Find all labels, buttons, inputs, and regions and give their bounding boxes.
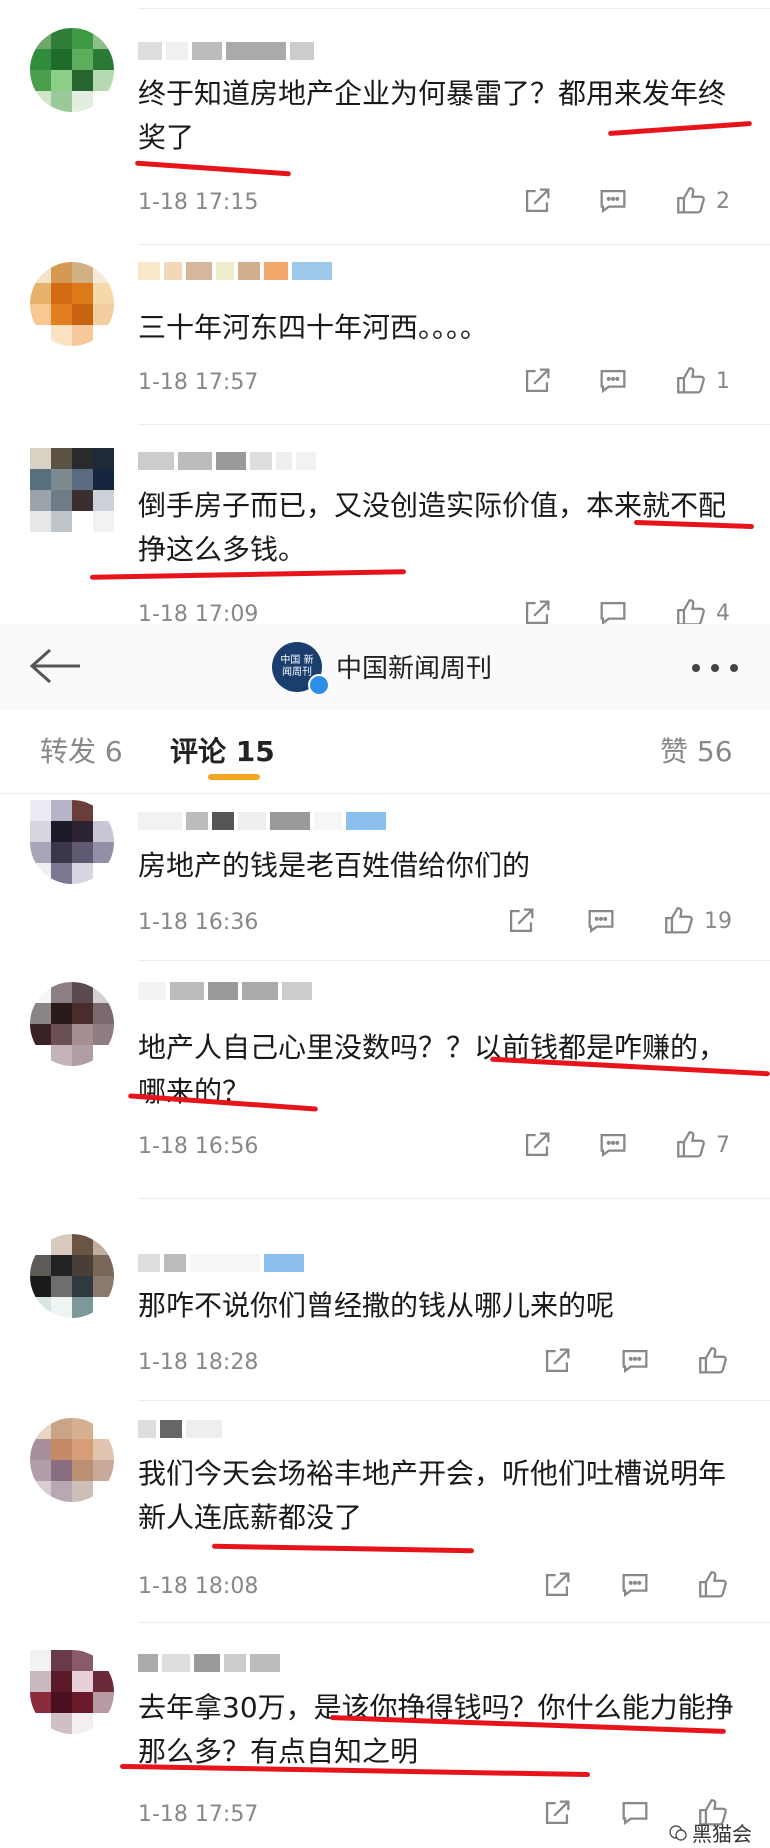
comment-time: 1-18 16:56 <box>138 1134 259 1159</box>
comment-time: 1-18 17:15 <box>138 190 259 215</box>
divider <box>138 8 770 9</box>
username-blurred[interactable] <box>138 1654 280 1672</box>
comment-icon[interactable] <box>618 1568 652 1602</box>
comment-meta: 1-18 17:57 1 <box>138 364 748 404</box>
like-count: 7 <box>716 1132 730 1158</box>
comment-meta: 1-18 16:56 7 <box>138 1128 748 1168</box>
red-underline <box>135 160 291 177</box>
comment-icon[interactable] <box>596 1128 630 1162</box>
comment-icon[interactable] <box>618 1796 652 1830</box>
like-button[interactable]: 19 <box>662 904 732 938</box>
red-underline <box>211 1543 475 1554</box>
tab-comments[interactable]: 评论 15 <box>170 730 275 770</box>
avatar[interactable] <box>30 1650 114 1734</box>
share-icon[interactable] <box>520 184 554 218</box>
nav-header: 中国 新闻周刊 中国新闻周刊 <box>0 624 770 710</box>
comment-icon[interactable] <box>596 184 630 218</box>
account-name[interactable]: 中国新闻周刊 <box>336 648 492 685</box>
share-icon[interactable] <box>520 596 554 624</box>
avatar[interactable] <box>30 982 114 1066</box>
more-options-icon[interactable] <box>690 662 740 674</box>
share-icon[interactable] <box>520 1128 554 1162</box>
back-arrow-icon[interactable] <box>28 646 82 686</box>
wechat-icon <box>669 1824 687 1841</box>
username-blurred[interactable] <box>138 42 314 60</box>
like-count: 2 <box>716 188 730 214</box>
username-blurred[interactable] <box>138 812 386 830</box>
divider <box>138 1622 770 1623</box>
comment-text: 倒手房子而已，又没创造实际价值，本来就不配挣这么多钱。 <box>138 489 727 566</box>
comment-text: 终于知道房地产企业为何暴雷了？都用来发年终奖了 <box>138 77 727 154</box>
username-blurred[interactable] <box>138 1420 222 1438</box>
username-blurred[interactable] <box>138 982 312 1000</box>
comment-meta: 1-18 17:09 4 <box>138 596 748 624</box>
avatar[interactable] <box>30 1234 114 1318</box>
tab-bar: 转发 6 评论 15 赞 56 <box>0 710 770 794</box>
comment-time: 1-18 16:36 <box>138 910 259 935</box>
divider <box>0 793 770 794</box>
divider <box>138 244 770 245</box>
like-button[interactable]: 7 <box>674 1128 730 1162</box>
avatar[interactable] <box>30 28 114 112</box>
username-blurred[interactable] <box>138 262 332 280</box>
share-icon[interactable] <box>540 1344 574 1378</box>
comment-meta: 1-18 17:57 <box>138 1796 748 1836</box>
share-icon[interactable] <box>504 904 538 938</box>
comment-meta: 1-18 16:36 19 <box>138 904 748 944</box>
comment-text: 那咋不说你们曾经撒的钱从哪儿来的呢 <box>138 1289 615 1322</box>
like-button[interactable] <box>696 1344 738 1378</box>
avatar[interactable] <box>30 1418 114 1502</box>
divider <box>138 1400 770 1401</box>
comment-time: 1-18 17:09 <box>138 602 259 624</box>
comment-text: 我们今天会场裕丰地产开会，听他们吐槽说明年新人连底薪都没了 <box>138 1457 727 1534</box>
avatar[interactable] <box>30 262 114 346</box>
comment-time: 1-18 17:57 <box>138 1802 259 1827</box>
comment-icon[interactable] <box>618 1344 652 1378</box>
like-button[interactable] <box>696 1568 738 1602</box>
comment-meta: 1-18 18:08 <box>138 1568 748 1608</box>
tab-likes[interactable]: 赞 56 <box>660 730 733 770</box>
username-blurred[interactable] <box>138 1254 304 1272</box>
divider <box>138 960 770 961</box>
comment-text: 房地产的钱是老百姓借给你们的 <box>138 849 531 882</box>
tab-reposts[interactable]: 转发 6 <box>40 730 123 770</box>
like-count: 19 <box>704 908 732 934</box>
like-count: 4 <box>716 600 730 625</box>
avatar[interactable] <box>30 800 114 884</box>
divider <box>138 1198 770 1199</box>
comment-icon[interactable] <box>584 904 618 938</box>
comment-text: 三十年河东四十年河西。。。。 <box>138 311 489 344</box>
avatar[interactable] <box>30 448 114 532</box>
like-button[interactable]: 4 <box>674 596 730 624</box>
share-icon[interactable] <box>540 1568 574 1602</box>
comment-time: 1-18 18:08 <box>138 1574 259 1599</box>
watermark-text: 黑猫会 <box>692 1822 752 1846</box>
share-icon[interactable] <box>540 1796 574 1830</box>
active-tab-indicator <box>208 774 260 780</box>
share-icon[interactable] <box>520 364 554 398</box>
comment-meta: 1-18 18:28 <box>138 1344 748 1384</box>
like-button[interactable]: 1 <box>674 364 730 398</box>
like-button[interactable]: 2 <box>674 184 730 218</box>
like-count: 1 <box>716 368 730 394</box>
verified-badge-icon <box>308 674 330 696</box>
divider <box>138 424 770 425</box>
comment-icon[interactable] <box>596 364 630 398</box>
logo-text: 中国 新闻周刊 <box>280 655 314 678</box>
watermark: 黑猫会 <box>668 1818 752 1847</box>
comment-time: 1-18 17:57 <box>138 370 259 395</box>
comment-icon[interactable] <box>596 596 630 624</box>
comment-meta: 1-18 17:15 2 <box>138 184 748 224</box>
username-blurred[interactable] <box>138 452 316 470</box>
comment-time: 1-18 18:28 <box>138 1350 259 1375</box>
